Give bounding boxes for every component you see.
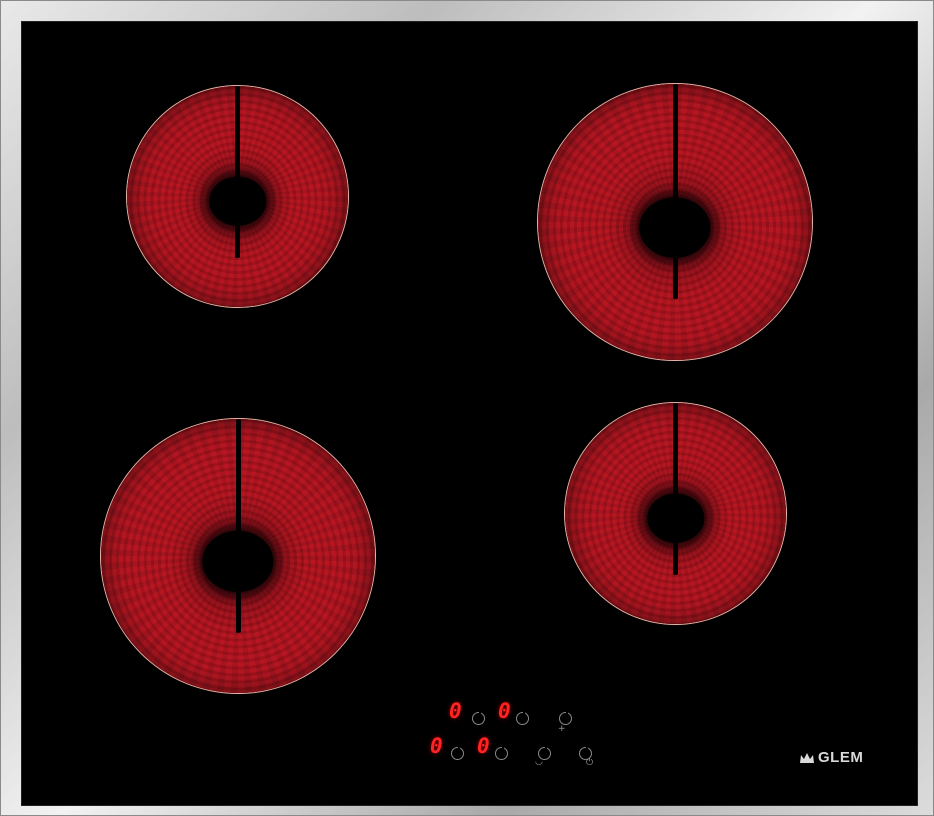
- plus-icon: +: [558, 724, 566, 734]
- zone-center: [208, 176, 267, 226]
- zone-slit: [673, 403, 678, 576]
- power-icon: ⏻: [586, 758, 594, 768]
- zone-display-front-left: 0: [430, 734, 443, 758]
- zone-slit: [235, 419, 241, 633]
- zone-display-front-right: 0: [477, 734, 490, 758]
- zone-select-front-left-button[interactable]: [451, 745, 464, 760]
- zone-display-rear-right: 0: [498, 699, 511, 723]
- zone-center: [646, 493, 705, 543]
- crown-icon: [800, 752, 814, 763]
- cooking-zone-rear-right: [538, 84, 812, 360]
- cooking-zone-front-left: [101, 419, 375, 693]
- zone-slit: [672, 84, 678, 300]
- hob-frame: 0 0 + 0 0 ◡ ⏻ GLEM: [0, 0, 934, 816]
- zone-select-front-right-button[interactable]: [495, 745, 508, 760]
- ceramic-glass: 0 0 + 0 0 ◡ ⏻ GLEM: [21, 21, 918, 806]
- cooking-zone-front-right: [565, 403, 786, 624]
- zone-slit: [235, 86, 240, 259]
- zone-select-rear-right-button[interactable]: [516, 710, 529, 725]
- zone-display-rear-left: 0: [449, 699, 462, 723]
- zone-center: [639, 197, 711, 258]
- zone-select-rear-left-button[interactable]: [472, 710, 485, 725]
- brand-name: GLEM: [818, 749, 864, 766]
- cooking-zone-rear-left: [127, 86, 348, 307]
- zone-center: [202, 531, 274, 592]
- timer-icon: ◡: [535, 757, 543, 767]
- brand-logo: GLEM: [799, 749, 863, 766]
